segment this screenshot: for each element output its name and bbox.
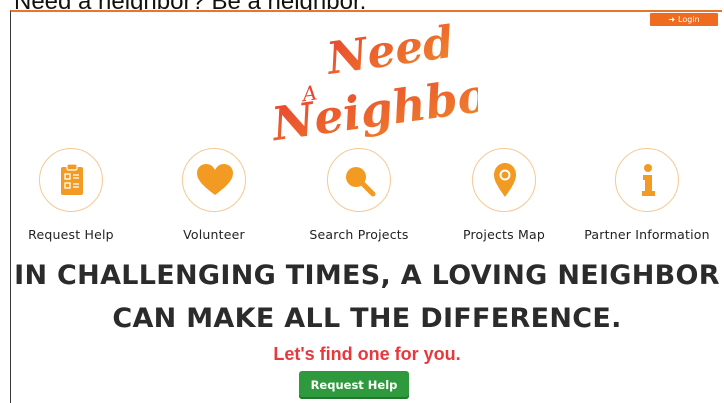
clipboard-icon [61, 163, 83, 195]
nav-search-projects[interactable]: Search Projects [284, 148, 434, 242]
login-label: Login [678, 15, 700, 24]
nav-label-search-projects: Search Projects [309, 227, 409, 242]
nav-label-projects-map: Projects Map [462, 227, 546, 242]
nav-request-help[interactable]: Request Help [0, 148, 146, 242]
request-help-icon-circle [39, 148, 103, 212]
nav-label-volunteer: Volunteer [183, 227, 245, 242]
hero-headline-line1: IN CHALLENGING TIMES, A LOVING NEIGHBOR [14, 260, 720, 291]
nav-volunteer[interactable]: Volunteer [139, 148, 289, 242]
login-button[interactable]: ➜ Login [650, 13, 718, 26]
login-arrow-icon: ➜ [668, 15, 676, 24]
projects-map-icon-circle [472, 148, 536, 212]
map-pin-icon [494, 163, 516, 197]
need-a-neighbor-logo[interactable]: Need A Neighbor [262, 20, 478, 142]
nav-label-request-help: Request Help [28, 227, 114, 242]
hero-tagline: Let's find one for you. [273, 344, 461, 364]
nav-label-partner-information: Partner Information [584, 227, 710, 242]
nav-projects-map[interactable]: Projects Map [429, 148, 579, 242]
info-icon [642, 164, 655, 196]
request-help-button[interactable]: Request Help [299, 371, 409, 399]
nav-partner-information[interactable]: Partner Information [572, 148, 722, 242]
magnifier-icon [346, 167, 376, 197]
heart-icon [197, 164, 233, 195]
partner-information-icon-circle [615, 148, 679, 212]
volunteer-icon-circle [182, 148, 246, 212]
search-projects-icon-circle [327, 148, 391, 212]
hero-headline-line2: CAN MAKE ALL THE DIFFERENCE. [112, 303, 622, 334]
